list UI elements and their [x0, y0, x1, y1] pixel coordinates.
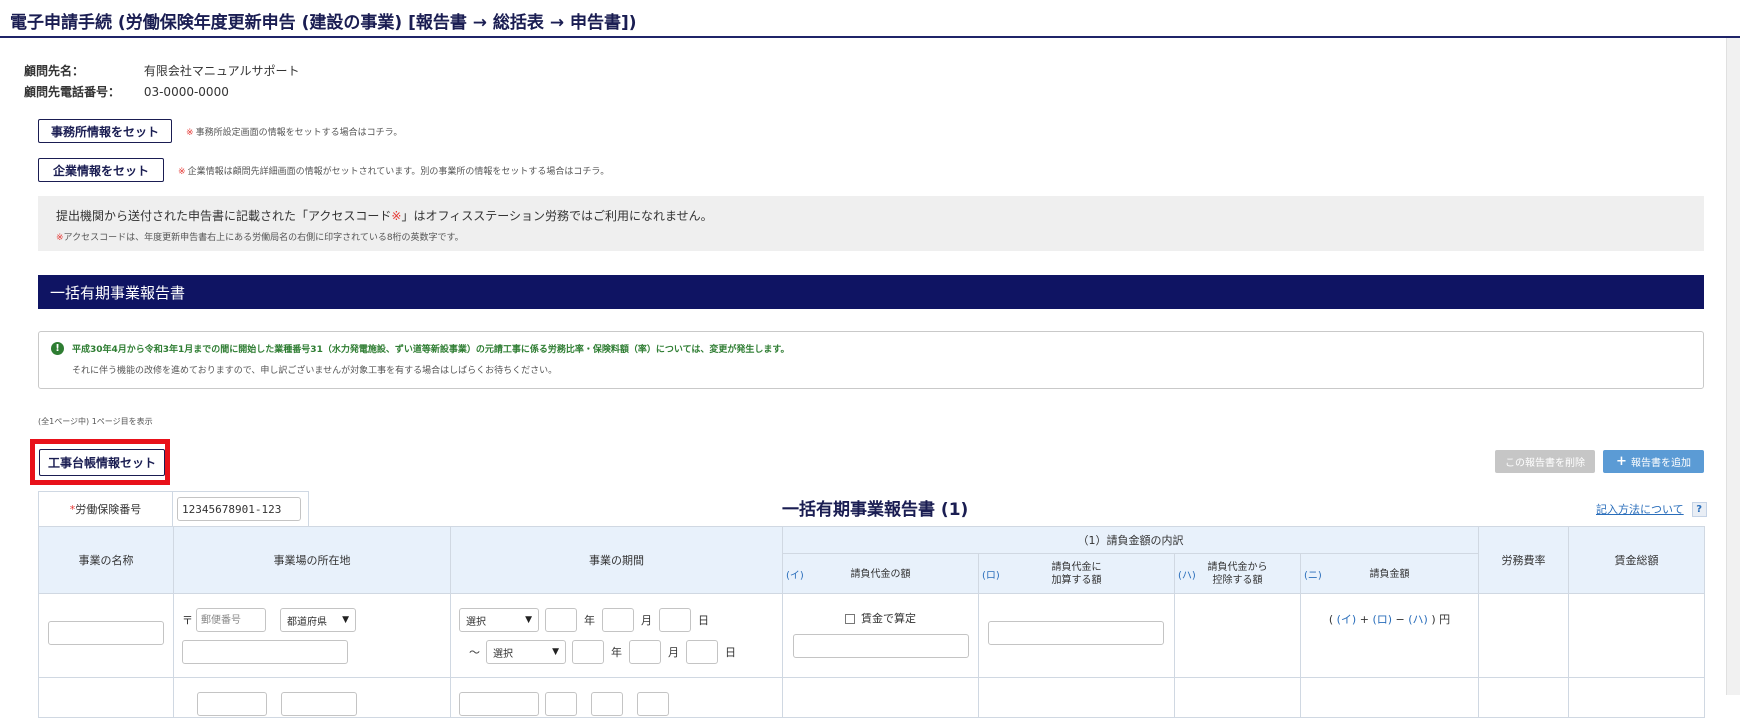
checkbox-icon	[845, 614, 855, 624]
report-table: 事業の名称 事業場の所在地 事業の期間 （1）請負金額の内訳 労務費率 賃金総額…	[38, 526, 1705, 718]
company-set-row: 企業情報をセット ※ 企業情報は顧問先詳細画面の情報がセットされています。別の事業…	[38, 158, 609, 182]
insurance-number-cell	[173, 491, 309, 526]
client-name-value: 有限会社マニュアルサポート	[143, 64, 300, 78]
vertical-scrollbar[interactable]	[1726, 38, 1740, 695]
col-address: 事業場の所在地	[173, 526, 451, 594]
contract-total-formula: ( (イ) + (ロ) − (ハ) ) 円	[1328, 613, 1451, 626]
end-day-input[interactable]	[686, 640, 718, 664]
client-phone-row: 顧問先電話番号： 03-0000-0000	[24, 83, 229, 100]
construction-ledger-set-button[interactable]: 工事台帳情報セット	[39, 449, 166, 476]
address-input[interactable]	[182, 640, 348, 664]
chevron-down-icon: ▼	[342, 615, 349, 625]
office-set-note: ※ 事務所設定画面の情報をセットする場合はコチラ。	[186, 127, 403, 138]
start-era-select-2[interactable]	[459, 692, 539, 716]
col-period: 事業の期間	[450, 526, 783, 594]
table-row: 〒 都道府県▼ 選択▼ 年 月 日 ～ 選択▼	[38, 593, 1705, 678]
end-month-input[interactable]	[629, 640, 661, 664]
info-alert: ! 平成30年4月から令和3年1月までの間に開始した業種番号31（水力発電施設、ず…	[38, 331, 1704, 389]
office-set-row: 事務所情報をセット ※ 事務所設定画面の情報をセットする場合はコチラ。	[38, 119, 402, 143]
contract-amount-input[interactable]	[792, 634, 969, 658]
wage-calc-checkbox[interactable]: 賃金で算定	[792, 610, 969, 626]
col-added-amount: (ロ) 請負代金に 加算する額	[978, 553, 1175, 594]
start-day-input[interactable]	[659, 608, 691, 632]
col-contract-breakdown: （1）請負金額の内訳	[782, 526, 1479, 554]
report-title: 一括有期事業報告書 (1)	[782, 500, 969, 520]
col-total-wage: 賃金総額	[1568, 526, 1705, 594]
page-count: (全1ページ中) 1ページ目を表示	[38, 417, 153, 426]
prefecture-select[interactable]: 都道府県 ▼	[280, 608, 356, 632]
prefecture-select-2[interactable]	[281, 692, 357, 716]
start-day-input-2[interactable]	[637, 692, 669, 716]
office-info-set-button[interactable]: 事務所情報をセット	[38, 119, 173, 143]
added-amount-input[interactable]	[988, 621, 1164, 645]
company-info-set-button[interactable]: 企業情報をセット	[38, 158, 165, 182]
col-deducted-amount: (ハ) 請負代金から 控除する額	[1174, 553, 1301, 594]
col-business-name: 事業の名称	[38, 526, 174, 594]
start-month-input-2[interactable]	[591, 692, 623, 716]
help-icon[interactable]: ?	[1691, 501, 1707, 517]
page-title: 電子申請手続 (労働保険年度更新申告 (建設の事業) [報告書 → 総括表 → …	[10, 13, 637, 33]
col-labor-rate: 労務費率	[1478, 526, 1569, 594]
client-name-label: 顧問先名：	[24, 64, 85, 78]
start-year-input-2[interactable]	[545, 692, 577, 716]
end-era-select[interactable]: 選択 ▼	[486, 640, 566, 664]
delete-report-button[interactable]: この報告書を削除	[1495, 450, 1595, 473]
end-year-input[interactable]	[572, 640, 604, 664]
col-contract-amount: (イ) 請負代金の額	[782, 553, 979, 594]
add-report-button[interactable]: + 報告書を追加	[1603, 450, 1704, 473]
postal-mark: 〒	[182, 614, 193, 627]
insurance-number-label: * 労働保険番号	[38, 491, 173, 526]
client-name-row: 顧問先名： 有限会社マニュアルサポート	[24, 62, 299, 79]
client-phone-value: 03-0000-0000	[143, 85, 229, 99]
postal-code-input[interactable]	[196, 608, 266, 632]
chevron-down-icon: ▼	[552, 647, 559, 657]
howto-area: 記入方法について ?	[1596, 501, 1707, 517]
start-month-input[interactable]	[602, 608, 634, 632]
section-title: 一括有期事業報告書	[38, 275, 1704, 309]
table-row	[38, 677, 1705, 718]
page-header: 電子申請手続 (労働保険年度更新申告 (建設の事業) [報告書 → 総括表 → …	[0, 0, 1740, 38]
company-set-note: ※ 企業情報は顧問先詳細画面の情報がセットされています。別の事業所の情報をセットす…	[178, 166, 610, 177]
howto-link[interactable]: 記入方法について	[1596, 501, 1684, 517]
start-era-select[interactable]: 選択 ▼	[459, 608, 539, 632]
access-code-notice: 提出機関から送付された申告書に記載された「アクセスコード※」はオフィスステーショ…	[38, 196, 1704, 251]
business-name-input[interactable]	[48, 621, 164, 645]
period-start: 選択 ▼ 年 月 日	[459, 608, 774, 632]
client-phone-label: 顧問先電話番号：	[24, 85, 121, 99]
col-contract-total: (ニ) 請負金額	[1300, 553, 1479, 594]
plus-icon: +	[1616, 454, 1627, 469]
insurance-number-input[interactable]	[177, 497, 301, 521]
postal-code-input-2[interactable]	[197, 692, 267, 716]
info-icon: !	[51, 342, 64, 355]
start-year-input[interactable]	[545, 608, 577, 632]
period-end: ～ 選択 ▼ 年 月 日	[469, 640, 774, 664]
chevron-down-icon: ▼	[525, 615, 532, 625]
